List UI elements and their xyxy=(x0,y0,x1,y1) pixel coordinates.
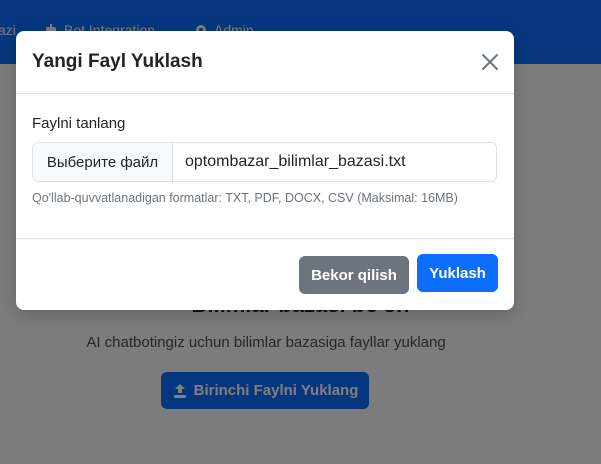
choose-file-button[interactable]: Выберите файл xyxy=(33,143,173,181)
modal-body: Faylni tanlang Выберите файл optombazar_… xyxy=(16,95,514,239)
modal-footer: Bekor qilish Yuklash xyxy=(16,240,514,310)
close-icon xyxy=(482,54,498,70)
modal-header: Yangi Fayl Yuklash xyxy=(16,31,514,94)
file-input[interactable]: Выберите файл optombazar_bilimlar_bazasi… xyxy=(32,142,497,182)
supported-formats-help: Qo'llab-quvvatlanadigan formatlar: TXT, … xyxy=(32,191,458,205)
selected-file-name: optombazar_bilimlar_bazasi.txt xyxy=(185,153,406,170)
file-field-label: Faylni tanlang xyxy=(32,115,126,132)
cancel-button[interactable]: Bekor qilish xyxy=(299,256,409,294)
upload-modal: Yangi Fayl Yuklash Faylni tanlang Выбери… xyxy=(16,31,514,310)
upload-button[interactable]: Yuklash xyxy=(417,254,498,292)
close-button[interactable] xyxy=(480,52,500,72)
modal-title: Yangi Fayl Yuklash xyxy=(32,51,203,72)
